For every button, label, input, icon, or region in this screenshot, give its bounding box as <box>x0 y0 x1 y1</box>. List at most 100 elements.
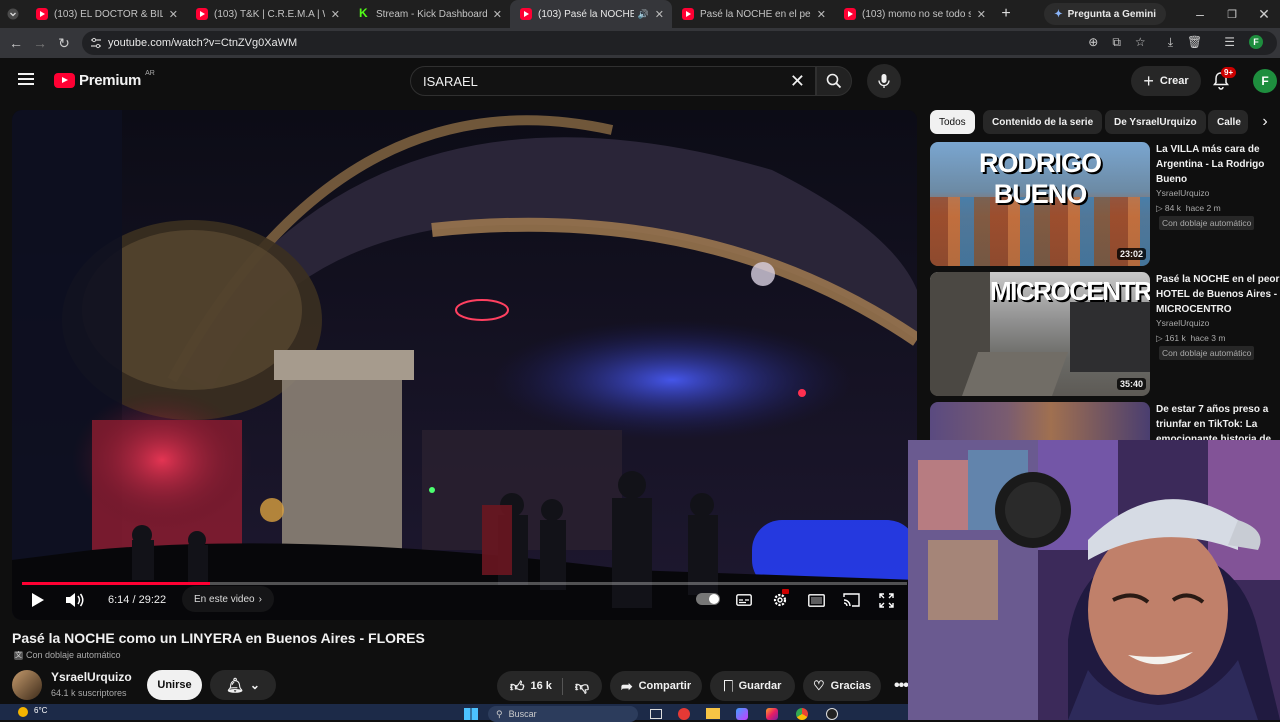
rec-dub-badge: Con doblaje automático <box>1159 346 1255 360</box>
hd-badge-icon <box>782 589 789 594</box>
gemini-button[interactable]: ✦ Pregunta a Gemini <box>1044 3 1166 25</box>
cast-icon[interactable]: ⧉ <box>1112 35 1121 50</box>
more-actions-icon[interactable]: ••• <box>894 677 909 695</box>
rec-channel[interactable]: YsraelUrquizo <box>1156 188 1209 198</box>
hamburger-menu-icon[interactable] <box>18 73 34 85</box>
account-avatar[interactable]: F <box>1253 69 1277 93</box>
minimize-icon[interactable]: – <box>1188 2 1212 26</box>
dub-label: Con doblaje automático <box>26 650 121 660</box>
browser-tab-6[interactable]: (103) momo no se todo se de a ✕ <box>834 0 994 28</box>
tab-search-icon[interactable] <box>0 2 26 26</box>
copilot-icon[interactable] <box>736 708 748 720</box>
miniplayer-button[interactable] <box>806 590 826 610</box>
voice-search-button[interactable] <box>867 64 901 98</box>
browser-tab-2[interactable]: (103) T&K | C.R.E.M.A | Writing ✕ <box>186 0 348 28</box>
weather-temp: 6°C <box>34 706 48 715</box>
share-button[interactable]: ➦ Compartir <box>610 671 702 701</box>
tab-close-icon[interactable]: ✕ <box>493 8 502 21</box>
youtube-app-icon[interactable] <box>678 708 690 720</box>
weather-icon[interactable] <box>18 707 28 717</box>
cast-button[interactable] <box>841 590 861 610</box>
fullscreen-icon <box>878 592 894 608</box>
dislike-button[interactable]: 👎︎ <box>575 678 589 695</box>
progress-bar[interactable] <box>22 582 907 585</box>
rec-title[interactable]: De estar 7 años preso a triunfar en TikT… <box>1156 402 1280 440</box>
subtitles-button[interactable] <box>734 590 754 610</box>
video-frame-nightclub <box>12 110 917 620</box>
channel-avatar[interactable] <box>12 670 42 700</box>
join-button[interactable]: Unirse <box>147 670 202 700</box>
dub-indicator: 文 Con doblaje automático <box>14 650 121 660</box>
rec-thumbnail[interactable]: MICROCENTRO 35:40 <box>930 272 1150 396</box>
bookmark-star-icon[interactable]: ☆ <box>1135 35 1146 50</box>
browser-tab-1[interactable]: (103) EL DOCTOR & BILLY - GA ✕ <box>26 0 186 28</box>
back-icon[interactable]: ← <box>4 31 28 55</box>
like-button[interactable]: 👍︎ 16 k <box>509 677 563 695</box>
forward-icon[interactable]: → <box>28 31 52 55</box>
new-tab-icon[interactable]: + <box>994 2 1018 26</box>
tab-close-icon[interactable]: ✕ <box>169 8 178 21</box>
browser-tab-5[interactable]: Pasé la NOCHE en el peor HOTE ✕ <box>672 0 834 28</box>
rec-channel[interactable]: YsraelUrquizo <box>1156 318 1209 328</box>
rec-thumbnail[interactable]: RODRIGO BUENO 23:02 <box>930 142 1150 266</box>
obs-icon[interactable] <box>826 708 838 720</box>
fullscreen-button[interactable] <box>876 590 896 610</box>
search-value: ISARAEL <box>423 73 478 89</box>
taskview-icon[interactable] <box>650 709 662 719</box>
maximize-icon[interactable]: ❐ <box>1220 2 1244 26</box>
chip-from-channel[interactable]: De YsraelUrquizo <box>1105 110 1206 134</box>
chip-todos[interactable]: Todos <box>930 110 975 134</box>
speaker-icon[interactable]: 🔊 <box>638 9 649 20</box>
search-button[interactable] <box>816 66 852 96</box>
tab-close-icon[interactable]: ✕ <box>655 8 664 21</box>
rec-thumbnail[interactable] <box>930 402 1150 440</box>
notifications-button[interactable]: 9+ <box>1212 67 1237 95</box>
browser-tab-4-active[interactable]: (103) Pasé la NOCHE como 🔊 ✕ <box>510 0 672 28</box>
rec-item-2[interactable]: MICROCENTRO 35:40 Pasé la NOCHE en el pe… <box>930 272 1280 396</box>
settings-button[interactable] <box>770 589 790 610</box>
download-icon[interactable]: ⤓ <box>1168 35 1173 50</box>
instagram-icon[interactable] <box>766 708 778 720</box>
volume-button[interactable] <box>64 590 86 610</box>
video-title: Pasé la NOCHE como un LINYERA en Buenos … <box>12 630 425 646</box>
chips-next-chevron-icon[interactable]: › <box>1254 110 1276 134</box>
search-input[interactable]: ISARAEL ✕ <box>410 66 816 96</box>
channel-name[interactable]: YsraelUrquizo <box>51 670 132 684</box>
video-player[interactable]: 6:14 / 29:22 En este video › <box>12 110 917 620</box>
save-button[interactable]: Guardar <box>710 671 795 701</box>
reload-icon[interactable]: ↻ <box>52 31 76 55</box>
file-explorer-icon[interactable] <box>706 708 720 719</box>
thumbs-up-icon: 👍︎ <box>509 677 525 694</box>
player-controls: 6:14 / 29:22 En este video › <box>12 570 917 620</box>
region-code: AR <box>145 70 155 77</box>
chrome-icon[interactable] <box>796 708 808 720</box>
browser-tab-3[interactable]: Stream - Kick Dashboard ✕ <box>348 0 510 28</box>
clear-search-icon[interactable]: ✕ <box>790 71 805 92</box>
rec-title[interactable]: Pasé la NOCHE en el peor HOTEL de Buenos… <box>1156 272 1280 317</box>
reading-list-icon[interactable]: ☰ <box>1224 35 1235 50</box>
profile-avatar[interactable]: F <box>1249 35 1263 49</box>
delete-icon[interactable]: 🗑 <box>1187 35 1202 50</box>
tab-close-icon[interactable]: ✕ <box>817 8 826 21</box>
site-settings-icon[interactable] <box>90 37 102 49</box>
create-button[interactable]: + Crear <box>1131 66 1201 96</box>
zoom-icon[interactable]: ⊕ <box>1088 35 1098 50</box>
url-field[interactable]: youtube.com/watch?v=CtnZVg0XaWM ⊕ ⧉ ☆ ⤓ … <box>82 31 1277 55</box>
thanks-button[interactable]: ♡ Gracias <box>803 671 881 701</box>
chevron-right-icon: › <box>258 593 262 605</box>
youtube-premium-logo[interactable]: Premium AR <box>54 70 155 89</box>
autoplay-toggle[interactable] <box>696 593 720 605</box>
start-windows-icon[interactable] <box>464 708 478 720</box>
tab-close-icon[interactable]: ✕ <box>977 8 986 21</box>
chapter-button[interactable]: En este video › <box>182 586 274 612</box>
close-window-icon[interactable]: ✕ <box>1252 2 1276 26</box>
rec-title[interactable]: La VILLA más cara de Argentina - La Rodr… <box>1156 142 1280 187</box>
play-button[interactable] <box>28 590 48 610</box>
rec-item-1[interactable]: RODRIGO BUENO 23:02 La VILLA más cara de… <box>930 142 1280 266</box>
rec-item-3[interactable]: De estar 7 años preso a triunfar en TikT… <box>930 402 1280 440</box>
chip-calle[interactable]: Calle <box>1208 110 1248 134</box>
subscribe-bell-button[interactable]: 🔔︎ ⌄ <box>210 670 276 700</box>
url-text: youtube.com/watch?v=CtnZVg0XaWM <box>108 37 298 49</box>
tab-close-icon[interactable]: ✕ <box>331 8 340 21</box>
chip-series-content[interactable]: Contenido de la serie <box>983 110 1103 134</box>
